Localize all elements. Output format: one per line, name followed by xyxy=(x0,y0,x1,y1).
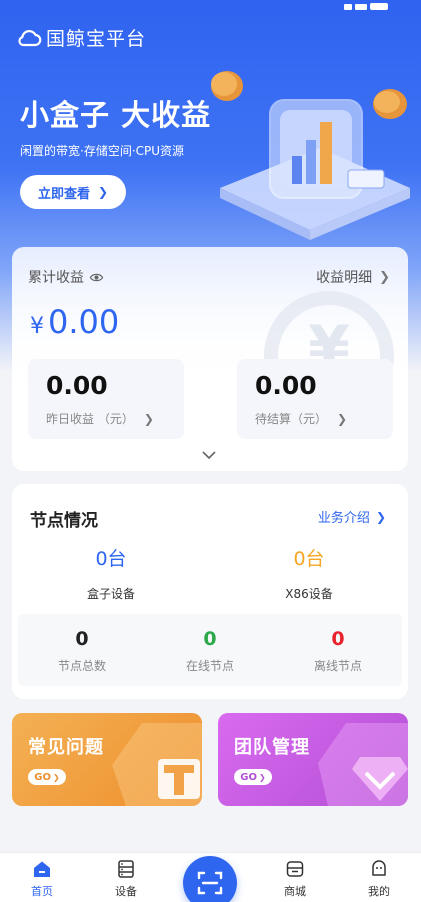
pending-settlement-label: 待结算（元） xyxy=(255,412,328,426)
currency-symbol: ¥ xyxy=(30,314,44,339)
total-nodes-stat: 0 节点总数 xyxy=(18,628,146,674)
pending-settlement-box[interactable]: 0.00 待结算（元） ❯ xyxy=(237,359,393,439)
chevron-right-icon: ❯ xyxy=(379,269,390,285)
chevron-right-icon: ❯ xyxy=(337,411,348,426)
box-device-count: 0台 xyxy=(95,548,127,570)
faq-title: 常见问题 xyxy=(28,737,104,758)
offline-nodes-stat: 0 离线节点 xyxy=(274,628,402,674)
online-nodes-label: 在线节点 xyxy=(185,659,234,673)
view-now-button[interactable]: 立即查看 ❯ xyxy=(20,175,126,209)
server-illustration xyxy=(211,71,410,240)
team-diamond-icon xyxy=(318,723,408,806)
status-icons xyxy=(341,0,401,10)
tab-devices[interactable]: 设备 xyxy=(101,859,151,899)
online-nodes-stat: 0 在线节点 xyxy=(146,628,274,674)
faq-book-icon xyxy=(112,723,202,806)
node-stats-panel: 0 节点总数 0 在线节点 0 离线节点 xyxy=(18,614,402,686)
scan-button[interactable] xyxy=(183,856,237,902)
tab-mine[interactable]: 我的 xyxy=(354,859,404,899)
earnings-card: ¥ 累计收益 收益明细 ❯ ¥ 0.00 0.00 昨日收益 （元） ❯ 0.0… xyxy=(12,247,408,471)
shop-icon xyxy=(286,861,304,877)
x86-device-count: 0台 xyxy=(293,548,325,570)
total-nodes-value: 0 xyxy=(75,628,89,650)
total-earnings-label: 累计收益 xyxy=(28,267,104,287)
yesterday-earnings-value: 0.00 xyxy=(46,371,108,400)
chevron-right-icon: ❯ xyxy=(97,185,109,199)
node-status-title: 节点情况 xyxy=(30,511,98,531)
home-icon xyxy=(34,861,50,877)
tab-mine-label: 我的 xyxy=(368,885,390,898)
total-earnings-text: 累计收益 xyxy=(28,270,84,286)
business-intro-link[interactable]: 业务介绍 ❯ xyxy=(317,507,386,527)
status-bar xyxy=(0,0,421,10)
yesterday-earnings-label-row: 昨日收益 （元） ❯ xyxy=(46,410,154,427)
tab-home-label: 首页 xyxy=(31,885,53,898)
business-intro-label: 业务介绍 xyxy=(317,511,370,526)
box-device-label: 盒子设备 xyxy=(86,587,135,601)
faq-card[interactable]: 常见问题 GO ❯ xyxy=(12,713,202,806)
faq-go-label: GO xyxy=(34,771,51,783)
tab-devices-label: 设备 xyxy=(115,885,137,898)
x86-device-label: X86设备 xyxy=(285,587,333,601)
total-earnings-value: 0.00 xyxy=(48,303,120,341)
earnings-detail-link[interactable]: 收益明细 ❯ xyxy=(316,267,390,287)
chevron-right-icon: ❯ xyxy=(375,509,386,524)
faq-go-button[interactable]: GO ❯ xyxy=(28,769,66,785)
chevron-right-icon: ❯ xyxy=(143,411,154,426)
banner-title: 小盒子 大收益 xyxy=(20,98,212,132)
team-go-button[interactable]: GO ❯ xyxy=(234,769,272,785)
online-nodes-value: 0 xyxy=(203,628,217,650)
x86-device-stat[interactable]: 0台 X86设备 xyxy=(210,544,408,602)
scan-icon xyxy=(197,871,223,895)
yesterday-earnings-box[interactable]: 0.00 昨日收益 （元） ❯ xyxy=(28,359,184,439)
pending-settlement-value: 0.00 xyxy=(255,371,317,400)
tab-mall-label: 商城 xyxy=(284,885,306,898)
tab-mall[interactable]: 商城 xyxy=(270,859,320,899)
view-now-label: 立即查看 xyxy=(37,186,90,202)
platform-name: 国鲸宝平台 xyxy=(46,28,147,50)
earnings-detail-label: 收益明细 xyxy=(316,270,373,286)
offline-nodes-value: 0 xyxy=(331,628,345,650)
total-earnings-amount: ¥ 0.00 xyxy=(30,303,119,341)
device-icon xyxy=(118,860,134,878)
node-status-card: 节点情况 业务介绍 ❯ 0台 盒子设备 0台 X86设备 0 节点总数 0 在线… xyxy=(12,484,408,699)
offline-nodes-label: 离线节点 xyxy=(313,659,362,673)
eye-icon[interactable] xyxy=(89,270,104,285)
tab-home[interactable]: 首页 xyxy=(17,859,67,899)
box-device-stat[interactable]: 0台 盒子设备 xyxy=(12,544,210,602)
banner-subtitle: 闲置的带宽·存储空间·CPU资源 xyxy=(20,144,185,158)
team-management-card[interactable]: 团队管理 GO ❯ xyxy=(218,713,408,806)
team-management-title: 团队管理 xyxy=(234,737,310,758)
yesterday-earnings-label: 昨日收益 （元） xyxy=(46,412,134,426)
platform-header: 国鲸宝平台 xyxy=(16,24,146,51)
total-nodes-label: 节点总数 xyxy=(57,659,106,673)
team-go-label: GO xyxy=(240,771,257,783)
pending-settlement-label-row: 待结算（元） ❯ xyxy=(255,410,347,427)
cloud-icon xyxy=(18,29,42,46)
chevron-down-icon[interactable] xyxy=(201,450,217,460)
profile-icon xyxy=(372,860,386,876)
